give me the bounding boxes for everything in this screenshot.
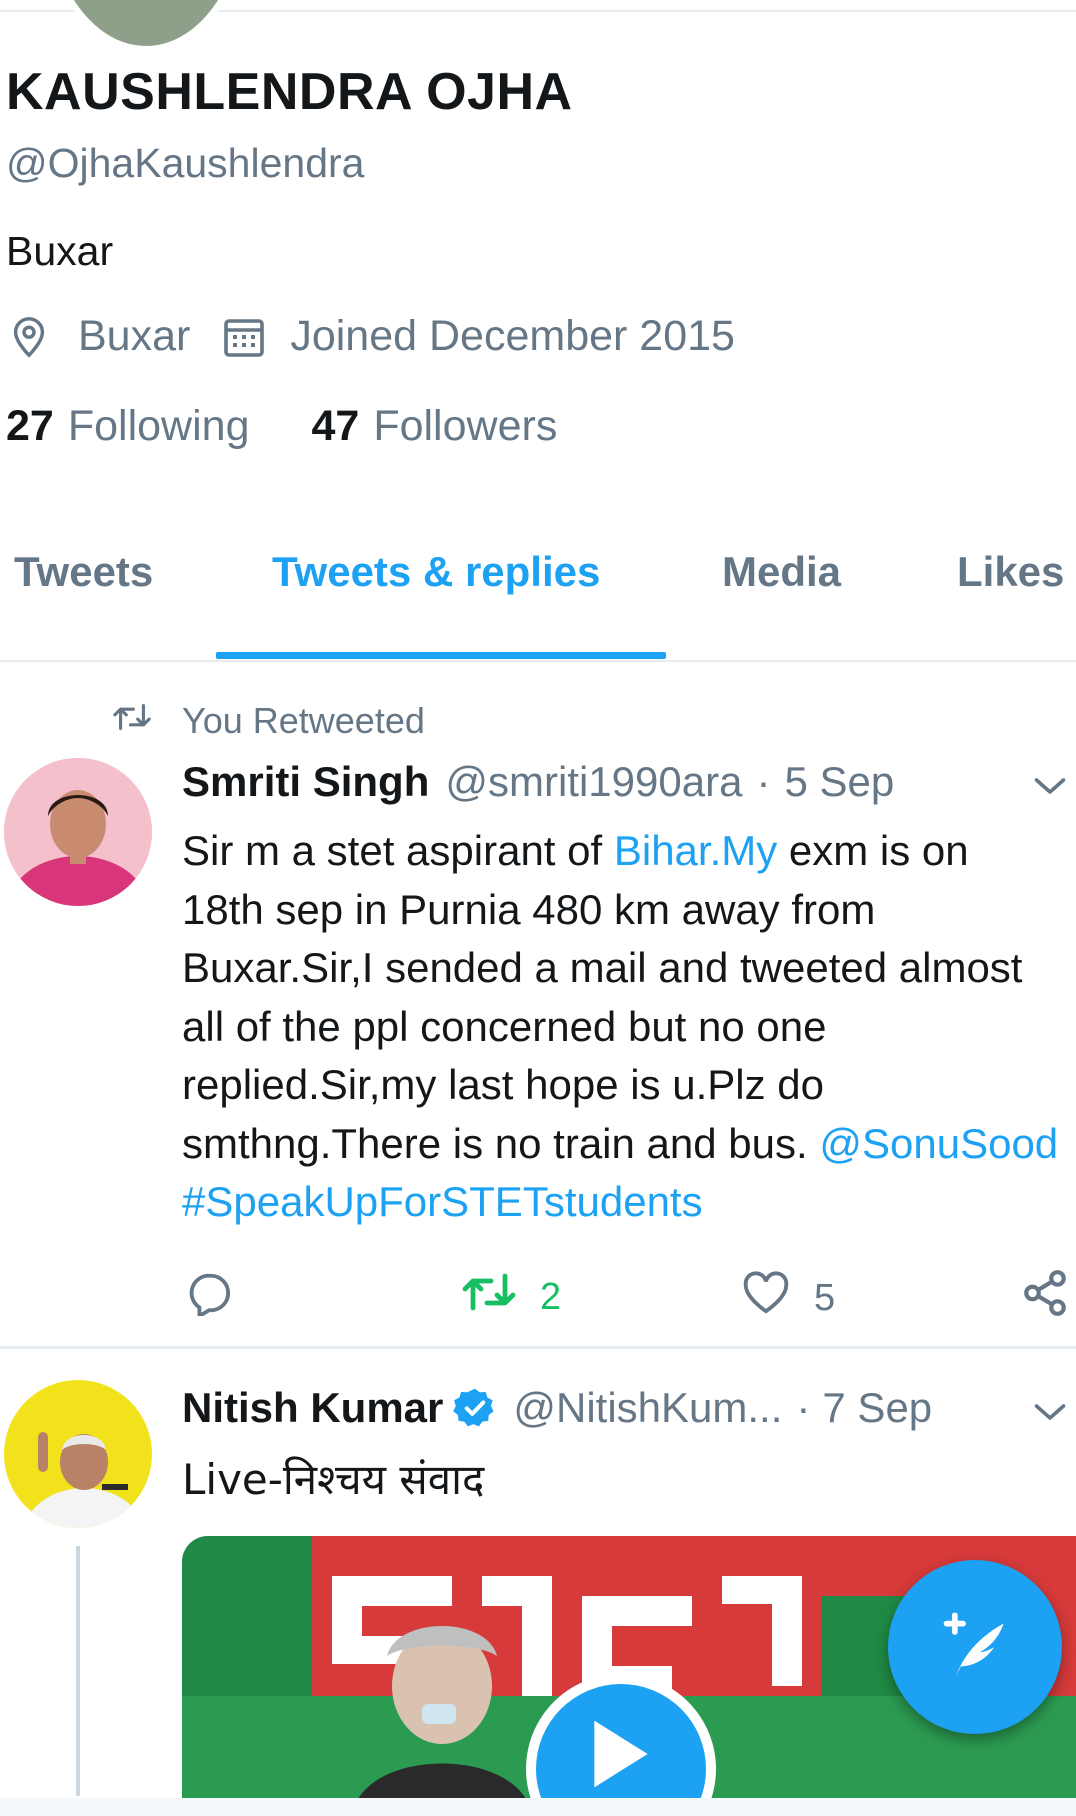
reply-button[interactable] <box>184 1270 234 1326</box>
profile-bio: Buxar <box>6 228 114 274</box>
tweet-time[interactable]: 7 Sep <box>822 1384 932 1432</box>
tweet-author-handle[interactable]: @smriti1990ara <box>445 758 742 806</box>
tweet-author-handle[interactable]: @NitishKum... <box>513 1384 782 1432</box>
tweet-link[interactable]: Bihar.My <box>614 827 777 874</box>
profile-meta: Buxar Joined December 2015 <box>6 312 735 361</box>
chevron-down-icon[interactable] <box>1032 1400 1068 1429</box>
profile-handle: @OjhaKaushlendra <box>6 140 365 186</box>
bottom-edge <box>0 1798 1076 1816</box>
retweet-icon <box>112 700 182 742</box>
reply-icon <box>184 1270 234 1326</box>
followers-count: 47 <box>311 402 360 450</box>
followers-label: Followers <box>373 402 558 450</box>
retweet-context: You Retweeted <box>112 700 425 742</box>
retweet-button[interactable]: 2 <box>460 1270 561 1324</box>
tweet-actions: 2 5 <box>0 1260 1076 1320</box>
retweet-count: 2 <box>540 1275 562 1318</box>
follow-stats: 27 Following 47 Followers <box>6 402 557 451</box>
tab-tweets-replies[interactable]: Tweets & replies <box>272 548 600 596</box>
share-button[interactable] <box>1020 1268 1070 1328</box>
profile-location: Buxar <box>78 312 191 360</box>
thread-line <box>76 1546 80 1796</box>
compose-button[interactable] <box>888 1560 1062 1734</box>
profile-name: KAUSHLENDRA OJHA <box>6 63 573 121</box>
tweet-header: Smriti Singh @smriti1990ara · 5 Sep <box>182 758 894 806</box>
retweet-context-label: You Retweeted <box>182 700 425 741</box>
compose-icon <box>937 1607 1013 1688</box>
share-icon <box>1020 1268 1070 1328</box>
tweet-author-name[interactable]: Smriti Singh <box>182 758 429 806</box>
following-link[interactable]: 27 Following <box>6 402 249 451</box>
tab-media[interactable]: Media <box>722 548 841 596</box>
tweet-text-part: Sir m a stet aspirant of <box>182 827 614 874</box>
profile-joined: Joined December 2015 <box>290 312 735 360</box>
tweet-hashtag[interactable]: #SpeakUpForSTETstudents <box>182 1178 703 1225</box>
following-count: 27 <box>6 402 54 450</box>
profile-tabs: Tweets Tweets & replies Media Likes <box>0 548 1076 658</box>
followers-link[interactable]: 47 Followers <box>311 402 557 451</box>
like-button[interactable]: 5 <box>740 1270 835 1326</box>
following-label: Following <box>67 402 250 450</box>
profile-avatar[interactable] <box>40 0 252 52</box>
active-tab-indicator <box>216 652 666 659</box>
tweet-text-part: exm is on 18th sep in Purnia 480 km away… <box>182 827 1023 1167</box>
retweet-icon <box>460 1270 518 1324</box>
like-icon <box>740 1270 792 1326</box>
tabs-divider <box>0 660 1076 662</box>
tab-likes[interactable]: Likes <box>957 548 1064 596</box>
chevron-down-icon[interactable] <box>1032 774 1068 803</box>
avatar[interactable] <box>4 1380 152 1528</box>
like-count: 5 <box>814 1276 836 1319</box>
play-icon <box>536 1684 706 1816</box>
tweet-text: Live-निश्चय संवाद <box>182 1455 485 1504</box>
tweet-text: Sir m a stet aspirant of Bihar.My exm is… <box>182 822 1062 1232</box>
tweet-dot: · <box>756 758 771 805</box>
verified-icon <box>453 1386 497 1430</box>
tweet-header: Nitish Kumar @NitishKum... · 7 Sep <box>182 1384 932 1432</box>
tweet-mention[interactable]: @SonuSood <box>819 1120 1058 1167</box>
tweet-divider <box>0 1346 1076 1349</box>
location-icon <box>6 314 52 360</box>
avatar[interactable] <box>4 758 152 906</box>
tweet-author-name[interactable]: Nitish Kumar <box>182 1384 443 1432</box>
calendar-icon <box>220 313 268 361</box>
tab-tweets[interactable]: Tweets <box>14 548 153 596</box>
tweet-dot: · <box>796 1384 811 1431</box>
tweet-time[interactable]: 5 Sep <box>784 758 894 806</box>
